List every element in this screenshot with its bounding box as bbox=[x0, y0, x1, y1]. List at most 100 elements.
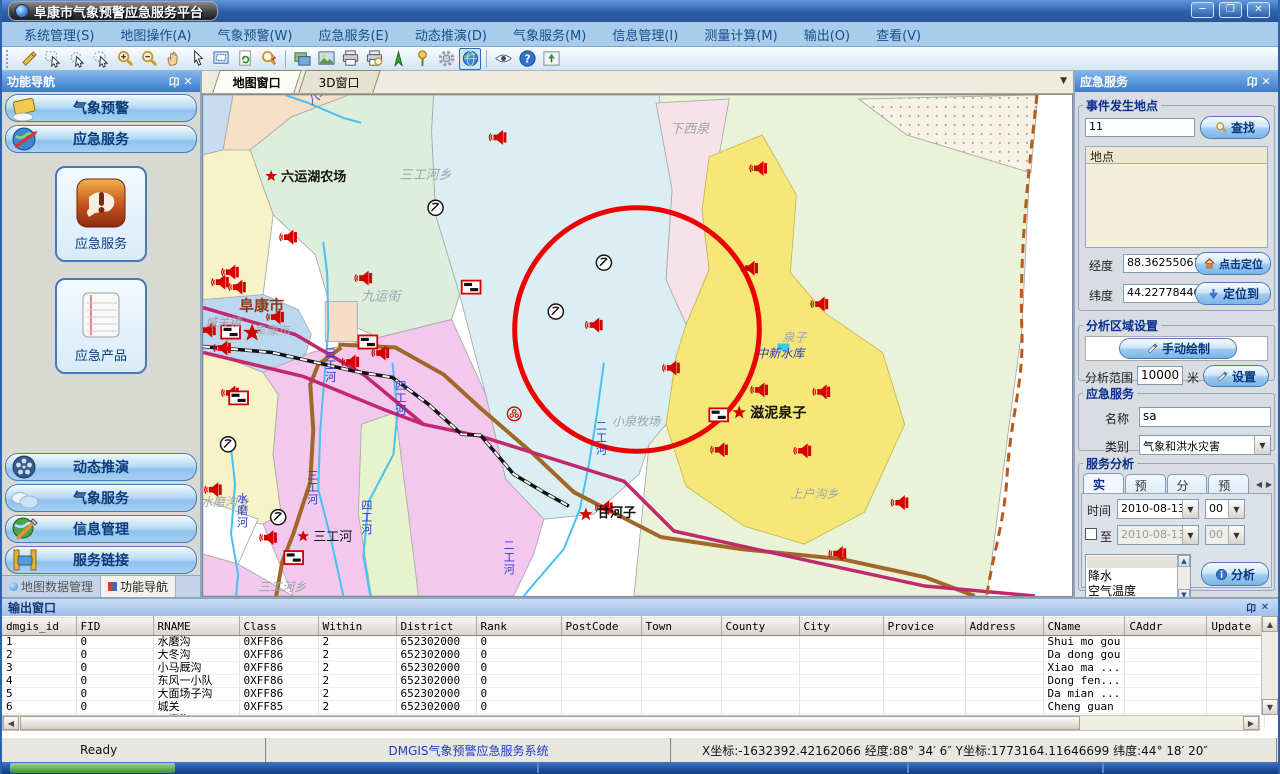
chevron-down-icon[interactable]: ▼ bbox=[1228, 500, 1244, 518]
toolbar-grip[interactable] bbox=[6, 50, 13, 68]
flag-marker[interactable] bbox=[358, 335, 377, 348]
column-header[interactable]: County bbox=[721, 617, 799, 636]
latitude-input[interactable]: 44.22778446 bbox=[1123, 284, 1199, 303]
mine-marker[interactable] bbox=[428, 200, 443, 215]
location-list[interactable]: 地点 bbox=[1085, 146, 1268, 248]
column-header[interactable]: CName bbox=[1043, 617, 1125, 636]
emergency-product-button[interactable]: 应急产品 bbox=[55, 278, 147, 374]
type-combobox[interactable]: 气象和洪水灾害 ▼ bbox=[1139, 435, 1271, 455]
scroll-up-icon[interactable]: ▲ bbox=[1178, 555, 1190, 567]
element-listbox[interactable]: 降水 空气温度 ▲ ▼ bbox=[1085, 554, 1191, 602]
menu-item[interactable]: 系统管理(S) bbox=[12, 22, 106, 47]
pin-icon[interactable]: 卬 bbox=[1244, 600, 1258, 615]
scroll-up-icon[interactable]: ▲ bbox=[1262, 616, 1278, 632]
table-row[interactable]: 20大冬沟0XFF8626523020000Da dong gou bbox=[2, 649, 1265, 662]
scroll-right-icon[interactable]: ▶ bbox=[1243, 716, 1259, 730]
flag-marker[interactable] bbox=[229, 391, 248, 404]
nav-arrow-icon[interactable] bbox=[387, 48, 409, 70]
zoom-query-icon[interactable] bbox=[258, 48, 280, 70]
manual-draw-button[interactable]: 手动绘制 bbox=[1119, 338, 1237, 359]
tab-function-nav[interactable]: 功能导航 bbox=[101, 576, 176, 597]
help-icon[interactable]: ? bbox=[516, 48, 538, 70]
range-input[interactable]: 10000 bbox=[1137, 366, 1183, 385]
scroll-down-icon[interactable]: ▼ bbox=[1262, 699, 1278, 715]
column-header[interactable]: Within bbox=[318, 617, 396, 636]
pointer-icon[interactable] bbox=[186, 48, 208, 70]
table-row[interactable]: 10水磨沟0XFF8626523020000Shui mo gou bbox=[2, 636, 1265, 649]
layers-icon[interactable] bbox=[291, 48, 313, 70]
eye-icon[interactable] bbox=[492, 48, 514, 70]
flag-marker[interactable] bbox=[462, 281, 481, 294]
mine-marker[interactable] bbox=[548, 304, 563, 319]
column-header[interactable]: Provice bbox=[883, 617, 965, 636]
menu-item[interactable]: 气象预警(W) bbox=[205, 22, 304, 47]
map-tab-dropdown-icon[interactable]: ▼ bbox=[1060, 76, 1067, 86]
map-canvas[interactable]: 六运湖农场三工河乡九运街阜康市城关镇阜康市下西泉滋泥泉子中新水库泉子小泉牧场上户… bbox=[202, 94, 1073, 597]
menu-item[interactable]: 查看(V) bbox=[864, 22, 933, 47]
select-rect-icon[interactable] bbox=[42, 48, 64, 70]
tab-scroll-right-icon[interactable]: ▶ bbox=[1266, 480, 1272, 489]
menu-item[interactable]: 气象服务(M) bbox=[501, 22, 598, 47]
close-icon[interactable]: ✕ bbox=[1258, 602, 1272, 613]
set-button[interactable]: 设置 bbox=[1203, 365, 1269, 387]
zoom-out-icon[interactable] bbox=[138, 48, 160, 70]
flag-marker[interactable] bbox=[284, 551, 303, 564]
globe-icon[interactable] bbox=[459, 48, 481, 70]
column-header[interactable]: PostCode bbox=[561, 617, 641, 636]
mine-marker[interactable] bbox=[220, 437, 235, 452]
tab-map-data-management[interactable]: 地图数据管理 bbox=[2, 576, 101, 597]
sidebar-item-emergency-service[interactable]: 应急服务 bbox=[5, 125, 197, 153]
menu-item[interactable]: 信息管理(I) bbox=[600, 22, 690, 47]
tab-3d-window[interactable]: 3D窗口 bbox=[298, 70, 380, 93]
print-preview-icon[interactable] bbox=[363, 48, 385, 70]
emergency-service-button[interactable]: 应急服务 bbox=[55, 166, 147, 262]
table-row[interactable]: 50大面场子沟0XFF8626523020000Da mian ... bbox=[2, 688, 1265, 701]
tab-map-window[interactable]: 地图窗口 bbox=[212, 70, 301, 93]
menu-item[interactable]: 动态推演(D) bbox=[403, 22, 499, 47]
mine-marker[interactable] bbox=[596, 255, 611, 270]
table-row[interactable]: 40东风一小队0XFF8626523020000Dong fen... bbox=[2, 675, 1265, 688]
column-header[interactable]: Rank bbox=[476, 617, 561, 636]
image-icon[interactable] bbox=[315, 48, 337, 70]
pin-icon[interactable]: 卬 bbox=[167, 74, 181, 90]
sidebar-item-service-links[interactable]: 服务链接 bbox=[5, 546, 197, 574]
column-header[interactable]: Address bbox=[965, 617, 1043, 636]
minimize-button[interactable]: ─ bbox=[1191, 2, 1214, 18]
column-header[interactable]: City bbox=[799, 617, 883, 636]
select-lasso-icon[interactable] bbox=[90, 48, 112, 70]
select-polygon-icon[interactable] bbox=[66, 48, 88, 70]
mine-marker[interactable] bbox=[271, 510, 286, 525]
locate-click-button[interactable]: 点击定位 bbox=[1195, 252, 1271, 275]
longitude-input[interactable]: 88.36255061 bbox=[1123, 254, 1199, 273]
analyze-button[interactable]: 分析 bbox=[1201, 562, 1269, 586]
pin-icon[interactable]: 卬 bbox=[1245, 74, 1259, 90]
column-header[interactable]: RNAME bbox=[153, 617, 239, 636]
refresh-icon[interactable] bbox=[234, 48, 256, 70]
scrollbar-thumb[interactable] bbox=[20, 716, 1080, 730]
sidebar-item-info-management[interactable]: 信息管理 bbox=[5, 515, 197, 543]
hour-combobox[interactable]: 00▼ bbox=[1205, 499, 1245, 519]
column-header[interactable]: CAddr bbox=[1125, 617, 1207, 636]
column-header[interactable]: Update bbox=[1207, 617, 1265, 636]
column-header[interactable]: Town bbox=[641, 617, 721, 636]
name-input[interactable]: sa bbox=[1139, 407, 1271, 427]
menu-item[interactable]: 地图操作(A) bbox=[108, 22, 203, 47]
search-button[interactable]: 查找 bbox=[1200, 116, 1270, 139]
table-row[interactable]: 30小马厩沟0XFF8626523020000Xiao ma ... bbox=[2, 662, 1265, 675]
list-item-faded[interactable] bbox=[1087, 556, 1189, 568]
column-header[interactable]: dmgis_id bbox=[2, 617, 76, 636]
full-extent-icon[interactable] bbox=[210, 48, 232, 70]
menu-item[interactable]: 输出(O) bbox=[792, 22, 862, 47]
sidebar-item-weather-warning[interactable]: 气象预警 bbox=[5, 94, 197, 122]
measure-icon[interactable] bbox=[18, 48, 40, 70]
scene-icon[interactable] bbox=[540, 48, 562, 70]
print-icon[interactable] bbox=[339, 48, 361, 70]
column-header[interactable]: District bbox=[396, 617, 476, 636]
location-search-input[interactable]: 11 bbox=[1085, 118, 1195, 137]
locate-to-button[interactable]: 定位到 bbox=[1195, 282, 1271, 305]
menu-item[interactable]: 测量计算(M) bbox=[692, 22, 789, 47]
column-header[interactable]: Class bbox=[239, 617, 318, 636]
list-item[interactable]: 降水 bbox=[1086, 569, 1190, 584]
table-row[interactable]: 60城关0XFF8526523020000Cheng guan bbox=[2, 701, 1265, 714]
sidebar-item-weather-service[interactable]: 气象服务 bbox=[5, 484, 197, 512]
